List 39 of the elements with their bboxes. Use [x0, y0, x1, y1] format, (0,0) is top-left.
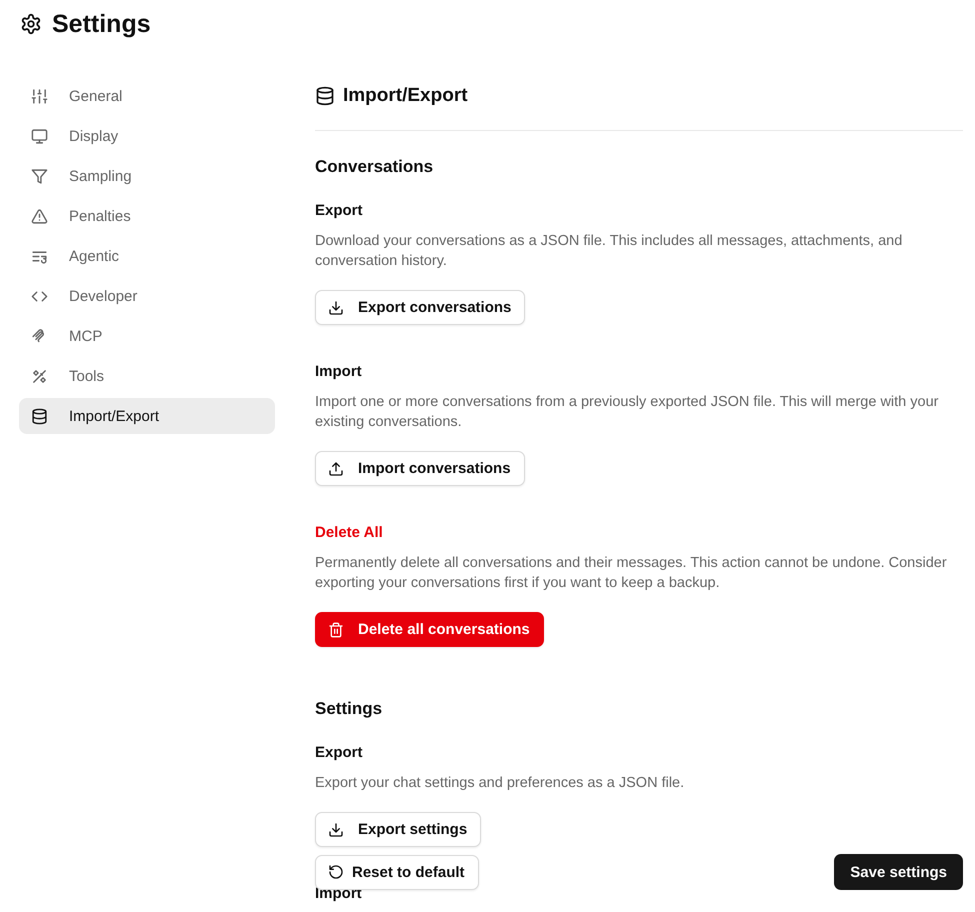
- sidebar-item[interactable]: Developer: [19, 278, 275, 314]
- sidebar-item[interactable]: Agentic: [19, 238, 275, 274]
- group-description: Export your chat settings and preferences as a JSON file.: [315, 774, 686, 793]
- section-title: Conversations: [315, 157, 434, 177]
- sidebar-item[interactable]: Tools: [19, 358, 275, 394]
- sidebar-item[interactable]: MCP: [19, 318, 275, 354]
- warning-icon: [31, 208, 48, 224]
- group-heading: Import: [315, 363, 363, 380]
- panel-title: Import/Export: [343, 85, 468, 107]
- database-icon: [31, 408, 48, 424]
- section-title: Settings: [315, 699, 384, 719]
- download-icon: [328, 822, 344, 838]
- sidebar-item[interactable]: Sampling: [19, 158, 275, 194]
- group-description: Permanently delete all conversations and their messages. This action cannot be undone. Consider exporting your conversations first if you want to keep a backup.: [315, 554, 948, 593]
- settings-icon: [20, 13, 42, 35]
- action-button[interactable]: Import conversations: [315, 451, 525, 486]
- monitor-icon: [31, 128, 48, 144]
- sidebar-item[interactable]: Import/Export: [19, 398, 275, 434]
- trash-icon: [328, 622, 344, 638]
- group-heading: Export: [315, 202, 364, 219]
- group-heading: Export: [315, 744, 364, 761]
- sidebar-item[interactable]: General: [19, 78, 275, 114]
- group-description: Import one or more conversations from a previously exported JSON file. This will merge with your existing conversations.: [315, 393, 940, 432]
- group-heading: Delete All: [315, 524, 384, 541]
- page-title: Settings: [52, 10, 151, 38]
- action-button[interactable]: Export settings: [315, 812, 482, 847]
- upload-icon: [328, 460, 344, 476]
- sliders-icon: [31, 88, 48, 104]
- tools-icon: [31, 368, 48, 384]
- funnel-icon: [31, 168, 48, 184]
- group-description: Download your conversations as a JSON file. This includes all messages, attachments, and conversation history.: [315, 232, 904, 271]
- action-button[interactable]: Export conversations: [315, 290, 526, 325]
- save-button[interactable]: Save settings: [834, 854, 963, 890]
- delete-button[interactable]: Delete all conversations: [315, 612, 544, 647]
- sidebar-item[interactable]: Display: [19, 118, 275, 154]
- sidebar-item[interactable]: Penalties: [19, 198, 275, 234]
- database-icon: [315, 86, 335, 106]
- download-icon: [328, 300, 344, 316]
- reset-icon: [328, 864, 344, 880]
